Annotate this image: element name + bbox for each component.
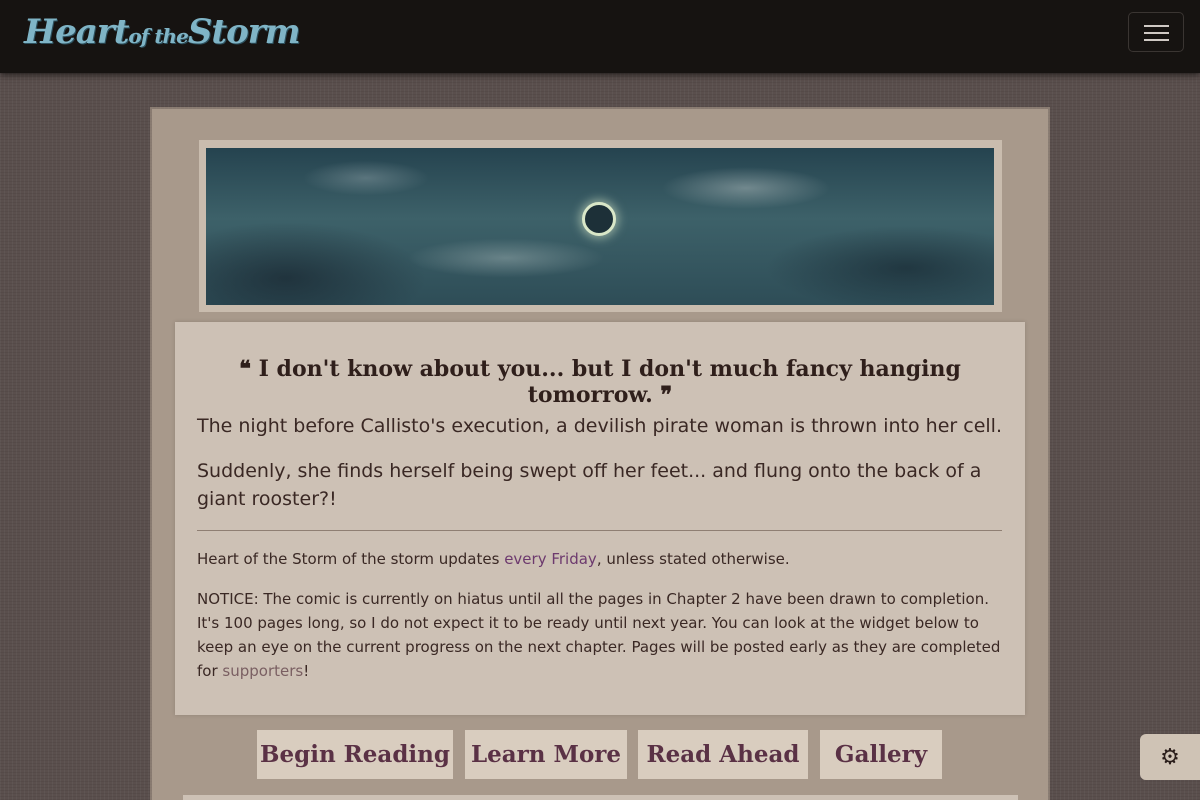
schedule-text: Heart of the Storm of the storm updates … [197,547,1002,571]
hero-banner-image [206,148,994,305]
notice-body: NOTICE: The comic is currently on hiatus… [197,590,1001,680]
menu-toggle-button[interactable] [1128,12,1184,52]
hamburger-icon-bar [1144,39,1169,41]
begin-reading-button[interactable]: Begin Reading [257,730,453,779]
divider [197,530,1002,531]
eclipse-moon [582,202,616,236]
schedule-link[interactable]: every Friday [504,550,597,568]
logo-word-heart: Heart [24,12,129,52]
notice-suffix: ! [303,662,310,680]
synopsis-line-2: Suddenly, she finds herself being swept … [197,460,982,510]
hamburger-icon-bar [1144,32,1169,34]
schedule-suffix: , unless stated otherwise. [596,550,790,568]
hamburger-icon [1144,25,1169,27]
hero-quote: ❝ I don't know about you... but I don't … [239,356,961,408]
gallery-button[interactable]: Gallery [820,730,942,779]
logo-word-storm: Storm [187,12,301,52]
navbar: Heartof theStorm [0,0,1200,73]
supporters-link[interactable]: supporters [222,662,303,680]
gear-icon: ⚙ [1160,744,1180,770]
learn-more-button[interactable]: Learn More [465,730,627,779]
schedule-prefix: Heart of the Storm of the storm updates [197,550,505,568]
read-ahead-button[interactable]: Read Ahead [638,730,808,779]
synopsis-line-1: The night before Callisto's execution, a… [197,415,1002,437]
card-strip [183,795,1018,800]
site-logo[interactable]: Heartof theStorm [24,12,301,52]
notice-text: NOTICE: The comic is currently on hiatus… [197,587,1002,683]
logo-word-of-the: of the [128,24,188,48]
settings-button[interactable]: ⚙ [1140,734,1200,780]
